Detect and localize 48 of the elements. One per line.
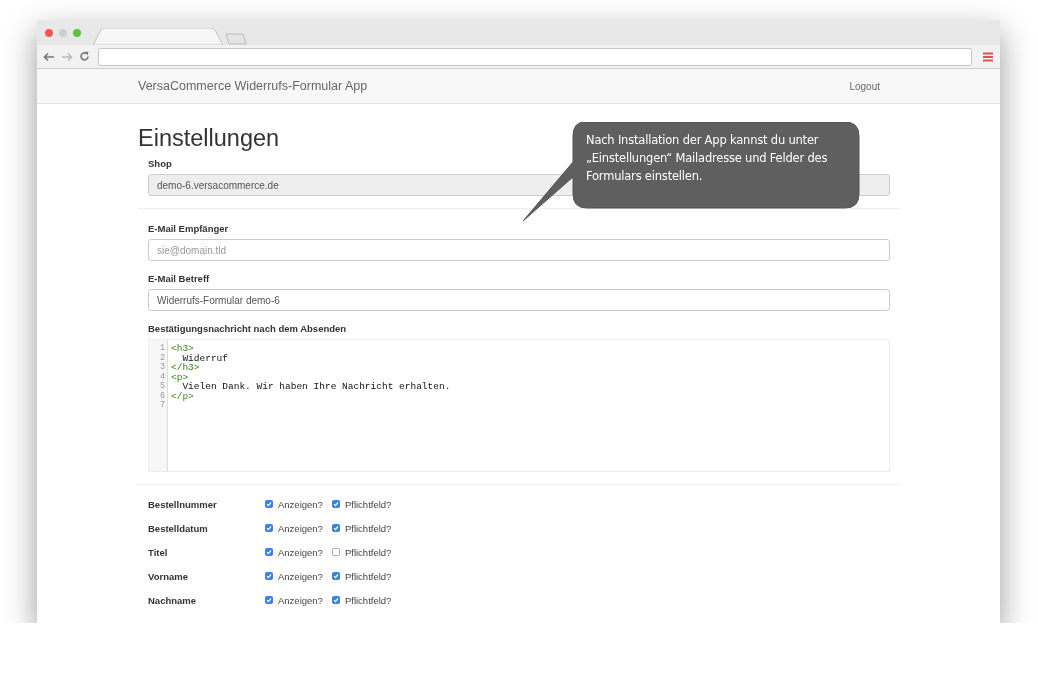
checkbox-label[interactable]: Anzeigen? xyxy=(278,594,323,606)
checkbox[interactable] xyxy=(331,524,340,532)
code-line: <p> xyxy=(171,372,189,382)
checkbox-label[interactable]: Pflichtfeld? xyxy=(344,594,392,606)
reload-icon[interactable] xyxy=(79,51,90,62)
line-number: 7 xyxy=(158,401,166,411)
checkbox-label[interactable]: Pflichtfeld? xyxy=(344,570,392,582)
checkbox[interactable] xyxy=(331,548,340,556)
input-field[interactable]: Widerrufs-Formular demo-6 xyxy=(148,289,890,311)
code-line: Widerruf xyxy=(182,353,229,363)
close-window-icon[interactable] xyxy=(45,28,53,37)
checkbox-label[interactable]: Anzeigen? xyxy=(278,498,323,510)
code-line: Vielen Dank. Wir haben Ihre Nachricht erhalten. xyxy=(182,382,451,392)
code-line: <h3> xyxy=(171,344,195,354)
field-label: E-Mail Betreff xyxy=(148,273,210,284)
checkbox-label[interactable]: Pflichtfeld? xyxy=(344,546,392,558)
checkbox[interactable] xyxy=(331,572,340,580)
input-field[interactable]: sie@domain.tld xyxy=(148,239,890,261)
line-number: 2 xyxy=(158,353,166,363)
code-line: </p> xyxy=(171,391,195,401)
app-brand[interactable]: VersaCommerce Widerrufs-Formular App xyxy=(138,79,368,93)
back-icon[interactable] xyxy=(43,51,55,62)
field-label: Shop xyxy=(148,158,172,169)
checkbox[interactable] xyxy=(331,596,340,604)
menu-icon[interactable] xyxy=(982,51,994,62)
line-number: 5 xyxy=(158,382,166,392)
page-heading: Einstellungen xyxy=(138,124,280,152)
code-line: </h3> xyxy=(171,363,201,373)
line-number: 1 xyxy=(158,344,166,354)
checkbox-label[interactable]: Pflichtfeld? xyxy=(344,522,392,534)
checkbox[interactable] xyxy=(331,500,340,508)
line-number: 4 xyxy=(158,372,166,382)
line-number: 3 xyxy=(158,363,166,373)
field-name: Bestellnummer xyxy=(148,498,218,510)
line-number: 6 xyxy=(158,391,166,401)
checkbox-label[interactable]: Anzeigen? xyxy=(278,546,323,558)
logout-link[interactable]: Logout xyxy=(849,80,880,92)
field-name: Vorname xyxy=(148,570,189,582)
field-label: Bestätigungsnachricht nach dem Absenden xyxy=(148,323,347,334)
field-name: Bestelldatum xyxy=(148,522,209,534)
maximize-window-icon[interactable] xyxy=(73,28,81,37)
field-name: Titel xyxy=(148,546,169,558)
checkbox-label[interactable]: Anzeigen? xyxy=(278,570,323,582)
checkbox-label[interactable]: Anzeigen? xyxy=(278,522,323,534)
field-name: Nachname xyxy=(148,594,198,606)
field-label: E-Mail Empfänger xyxy=(148,223,229,234)
checkbox-label[interactable]: Pflichtfeld? xyxy=(344,498,392,510)
code-editor[interactable]: 1 2 3 4 5 6 7 <h3> Widerruf </h3> <p> Vielen Dank. Wir haben Ihre Nachricht erhalten. </p> xyxy=(148,339,890,472)
